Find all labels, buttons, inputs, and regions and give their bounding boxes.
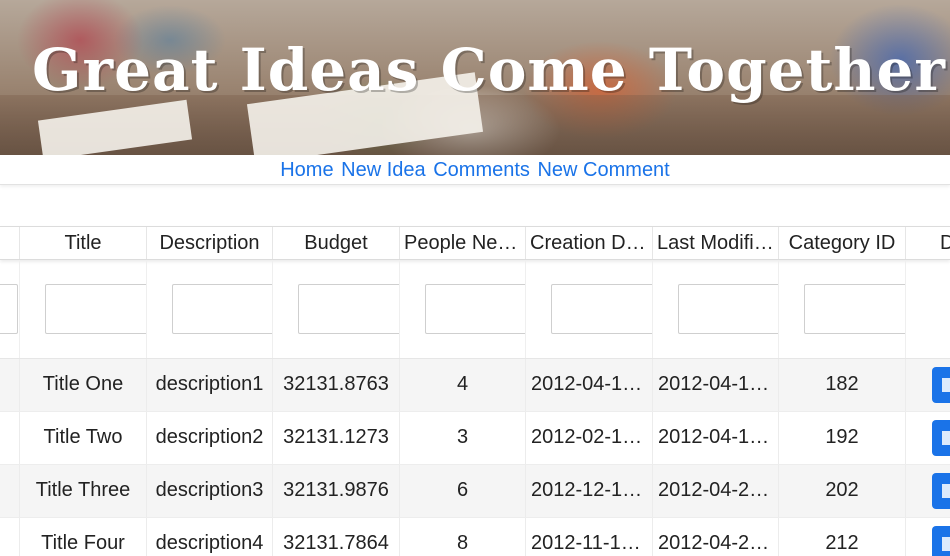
table-row[interactable]: Title Three description3 32131.9876 6 20… xyxy=(0,465,950,518)
row-action-button[interactable] xyxy=(932,420,950,456)
nav-link-new-comment[interactable]: New Comment xyxy=(537,159,669,181)
column-header-select[interactable] xyxy=(0,227,20,259)
row-action-button[interactable] xyxy=(932,473,950,509)
row-select-cell[interactable] xyxy=(0,518,20,556)
filter-cell-description xyxy=(147,260,273,358)
hero-banner: Great Ideas Come Together xyxy=(0,0,950,155)
cell-description: description2 xyxy=(147,412,273,464)
button-glyph-icon xyxy=(942,537,950,551)
cell-budget: 32131.9876 xyxy=(273,465,400,517)
table-row[interactable]: Title Two description2 32131.1273 3 2012… xyxy=(0,412,950,465)
filter-cell-budget xyxy=(273,260,400,358)
cell-title: Title Three xyxy=(20,465,147,517)
row-select-cell[interactable] xyxy=(0,412,20,464)
filter-cell-last-modified xyxy=(653,260,779,358)
row-action-button[interactable] xyxy=(932,367,950,403)
row-select-cell[interactable] xyxy=(0,465,20,517)
cell-people-needed: 6 xyxy=(400,465,526,517)
cell-category-id: 182 xyxy=(779,359,906,411)
filter-input-creation-date[interactable] xyxy=(551,284,652,334)
filter-input-category-id[interactable] xyxy=(804,284,905,334)
cell-description: description1 xyxy=(147,359,273,411)
column-header-creation-date[interactable]: Creation Date xyxy=(526,227,653,259)
nav-link-new-idea[interactable]: New Idea xyxy=(341,159,426,181)
button-glyph-icon xyxy=(942,431,950,445)
cell-category-id: 212 xyxy=(779,518,906,556)
column-header-description[interactable]: Description xyxy=(147,227,273,259)
cell-creation-date: 2012-02-1… xyxy=(526,412,653,464)
column-header-d[interactable]: D xyxy=(906,227,950,259)
filter-cell-title xyxy=(20,260,147,358)
cell-budget: 32131.8763 xyxy=(273,359,400,411)
nav-link-comments[interactable]: Comments xyxy=(433,159,530,181)
column-header-budget[interactable]: Budget xyxy=(273,227,400,259)
filter-input-title[interactable] xyxy=(45,284,146,334)
filter-input-select[interactable] xyxy=(0,284,18,334)
column-header-title[interactable]: Title xyxy=(20,227,147,259)
filter-cell-people-needed xyxy=(400,260,526,358)
cell-people-needed: 3 xyxy=(400,412,526,464)
cell-creation-date: 2012-12-1… xyxy=(526,465,653,517)
column-header-people-needed[interactable]: People Needed xyxy=(400,227,526,259)
cell-description: description3 xyxy=(147,465,273,517)
cell-people-needed: 4 xyxy=(400,359,526,411)
cell-title: Title Four xyxy=(20,518,147,556)
cell-category-id: 192 xyxy=(779,412,906,464)
cell-creation-date: 2012-11-1… xyxy=(526,518,653,556)
cell-last-modified: 2012-04-1… xyxy=(653,412,779,464)
grid-filter-row xyxy=(0,260,950,359)
cell-last-modified: 2012-04-2… xyxy=(653,465,779,517)
banner-title: Great Ideas Come Together xyxy=(32,36,946,104)
filter-input-people-needed[interactable] xyxy=(425,284,525,334)
filter-cell-d xyxy=(906,260,950,358)
row-select-cell[interactable] xyxy=(0,359,20,411)
column-header-last-modified[interactable]: Last Modified xyxy=(653,227,779,259)
button-glyph-icon xyxy=(942,484,950,498)
cell-creation-date: 2012-04-1… xyxy=(526,359,653,411)
filter-input-last-modified[interactable] xyxy=(678,284,778,334)
filter-cell-creation-date xyxy=(526,260,653,358)
grid-header-row: Title Description Budget People Needed C… xyxy=(0,226,950,260)
table-row[interactable]: Title Four description4 32131.7864 8 201… xyxy=(0,518,950,556)
cell-category-id: 202 xyxy=(779,465,906,517)
column-header-category-id[interactable]: Category ID xyxy=(779,227,906,259)
cell-budget: 32131.1273 xyxy=(273,412,400,464)
cell-budget: 32131.7864 xyxy=(273,518,400,556)
table-row[interactable]: Title One description1 32131.8763 4 2012… xyxy=(0,359,950,412)
filter-cell-select xyxy=(0,260,20,358)
nav-link-home[interactable]: Home xyxy=(280,159,333,181)
button-glyph-icon xyxy=(942,378,950,392)
cell-last-modified: 2012-04-1… xyxy=(653,359,779,411)
row-action-button[interactable] xyxy=(932,526,950,556)
filter-cell-category-id xyxy=(779,260,906,358)
main-nav: Home New Idea Comments New Comment xyxy=(0,155,950,185)
cell-description: description4 xyxy=(147,518,273,556)
cell-title: Title Two xyxy=(20,412,147,464)
cell-people-needed: 8 xyxy=(400,518,526,556)
cell-last-modified: 2012-04-2… xyxy=(653,518,779,556)
cell-title: Title One xyxy=(20,359,147,411)
filter-input-budget[interactable] xyxy=(298,284,399,334)
filter-input-description[interactable] xyxy=(172,284,272,334)
